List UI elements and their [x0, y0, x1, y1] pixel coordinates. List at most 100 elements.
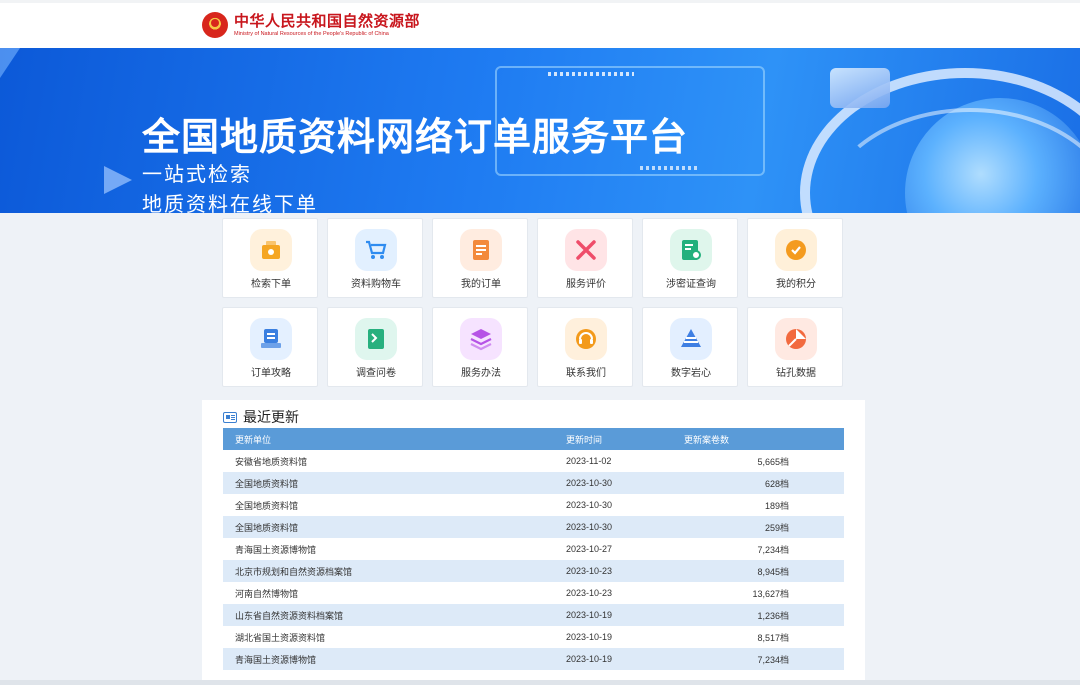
top-header: 中华人民共和国自然资源部 Ministry of Natural Resourc…	[0, 0, 1080, 48]
service-tile-label: 我的积分	[776, 279, 816, 290]
update-count-cell: 628档	[684, 472, 844, 494]
update-count-cell: 8,945档	[684, 560, 844, 582]
service-tile[interactable]: 订单攻略	[222, 307, 318, 387]
cart-icon	[355, 229, 397, 271]
update-count-cell: 7,234档	[684, 648, 844, 670]
service-tile-label: 服务评价	[566, 279, 606, 290]
update-unit-cell: 全国地质资料馆	[223, 472, 554, 494]
table-row[interactable]: 北京市规划和自然资源档案馆 2023-10-23 8,945档	[223, 560, 844, 582]
banner-stripe-decoration	[548, 72, 634, 76]
service-tile[interactable]: 我的积分	[747, 218, 843, 298]
update-unit-cell: 北京市规划和自然资源档案馆	[223, 560, 554, 582]
digital-core-icon	[670, 318, 712, 360]
service-tile-label: 我的订单	[461, 279, 501, 290]
update-unit-cell: 山东省自然资源资料档案馆	[223, 604, 554, 626]
banner-subtitle: 一站式检索	[142, 164, 252, 186]
drill-data-icon	[775, 318, 817, 360]
update-date-cell: 2023-10-19	[566, 632, 613, 642]
org-name-cn: 中华人民共和国自然资源部	[234, 12, 421, 30]
service-tile[interactable]: 资料购物车	[327, 218, 423, 298]
hero-banner: 全国地质资料网络订单服务平台 一站式检索 地质资料在线下单	[0, 48, 1080, 213]
service-tile-label: 联系我们	[566, 368, 606, 379]
service-tile[interactable]: 服务办法	[432, 307, 528, 387]
service-tile[interactable]: 我的订单	[432, 218, 528, 298]
update-unit-cell: 全国地质资料馆	[223, 516, 554, 538]
table-header-row: 更新单位 更新时间 更新案卷数	[223, 428, 844, 450]
update-unit-cell: 青海国土资源博物馆	[235, 544, 317, 555]
service-tile-label: 服务办法	[461, 368, 501, 379]
table-row[interactable]: 青海国土资源博物馆 2023-10-27 7,234档	[223, 538, 844, 560]
service-tile[interactable]: 调查问卷	[327, 307, 423, 387]
table-row[interactable]: 全国地质资料馆 2023-10-30 189档	[223, 494, 844, 516]
banner-title: 全国地质资料网络订单服务平台	[142, 117, 689, 159]
play-arrow-icon	[104, 166, 132, 194]
service-tile-label: 涉密证查询	[666, 279, 716, 290]
update-unit-cell: 青海国土资源博物馆	[223, 648, 554, 670]
update-date-cell: 2023-10-23	[554, 560, 684, 582]
update-count-cell: 1,236档	[684, 604, 844, 626]
service-tiles-grid: 检索下单 资料购物车 我的订单 服务评价 涉密证查询 我的积分订单攻略 调查问卷 服务办法 联系…	[222, 218, 846, 388]
questionnaire-icon	[355, 318, 397, 360]
update-count-cell: 13,627档	[752, 588, 789, 599]
points-icon	[775, 229, 817, 271]
column-header: 更新案卷数	[684, 428, 844, 450]
service-tile[interactable]: 联系我们	[537, 307, 633, 387]
table-row[interactable]: 安徽省地质资料馆 2023-11-02 5,665档	[223, 450, 844, 472]
table-row[interactable]: 全国地质资料馆 2023-10-30 259档	[223, 516, 844, 538]
national-emblem-icon	[202, 12, 228, 38]
banner-stripe-decoration	[640, 166, 700, 170]
service-tile[interactable]: 涉密证查询	[642, 218, 738, 298]
banner-corner-decoration	[0, 48, 20, 78]
service-tile-label: 订单攻略	[251, 368, 291, 379]
update-date-cell: 2023-10-23	[566, 588, 613, 598]
update-unit-cell: 安徽省地质资料馆	[235, 456, 308, 467]
evaluation-icon	[565, 229, 607, 271]
recent-updates-panel: 最近更新 更新单位 更新时间 更新案卷数 安徽省地质资料馆 2023-11-02 5…	[202, 400, 865, 680]
service-tile-label: 数字岩心	[671, 368, 711, 379]
ministry-logo[interactable]: 中华人民共和国自然资源部 Ministry of Natural Resourc…	[202, 12, 420, 38]
news-icon	[223, 411, 237, 423]
service-tile-label: 资料购物车	[351, 279, 401, 290]
screen-illustration	[830, 68, 890, 108]
service-tile-label: 调查问卷	[356, 368, 396, 379]
update-date-cell: 2023-11-02	[566, 456, 612, 466]
service-tile-label: 检索下单	[251, 279, 291, 290]
table-row[interactable]: 山东省自然资源资料档案馆 2023-10-19 1,236档	[223, 604, 844, 626]
service-tile[interactable]: 服务评价	[537, 218, 633, 298]
update-count-cell: 5,665档	[757, 456, 789, 467]
update-date-cell: 2023-10-30	[554, 516, 684, 538]
banner-subtitle: 地质资料在线下单	[142, 194, 318, 213]
update-count-cell: 8,517档	[757, 632, 789, 643]
table-row[interactable]: 河南自然博物馆 2023-10-23 13,627档	[223, 582, 844, 604]
order-list-icon	[460, 229, 502, 271]
update-date-cell: 2023-10-19	[554, 604, 684, 626]
update-date-cell: 2023-10-30	[566, 500, 613, 510]
column-header: 更新单位	[223, 428, 554, 450]
service-rules-icon	[460, 318, 502, 360]
update-count-cell: 189档	[764, 500, 789, 511]
service-tile[interactable]: 检索下单	[222, 218, 318, 298]
section-title: 最近更新	[243, 409, 299, 425]
org-name-en: Ministry of Natural Resources of the Peo…	[234, 30, 389, 37]
contact-icon	[565, 318, 607, 360]
table-row[interactable]: 全国地质资料馆 2023-10-30 628档	[223, 472, 844, 494]
update-unit-cell: 河南自然博物馆	[235, 588, 299, 599]
update-unit-cell: 全国地质资料馆	[235, 500, 299, 511]
search-order-icon	[250, 229, 292, 271]
update-count-cell: 259档	[684, 516, 844, 538]
footer-divider	[0, 680, 1080, 685]
table-row[interactable]: 青海国土资源博物馆 2023-10-19 7,234档	[223, 648, 844, 670]
column-header: 更新时间	[554, 428, 684, 450]
update-date-cell: 2023-10-30	[554, 472, 684, 494]
table-row[interactable]: 湖北省国土资源资料馆 2023-10-19 8,517档	[223, 626, 844, 648]
order-guide-icon	[250, 318, 292, 360]
update-count-cell: 7,234档	[757, 544, 789, 555]
service-tile-label: 钻孔数据	[776, 368, 816, 379]
service-tile[interactable]: 数字岩心	[642, 307, 738, 387]
update-date-cell: 2023-10-19	[554, 648, 684, 670]
service-tile[interactable]: 钻孔数据	[747, 307, 843, 387]
update-unit-cell: 湖北省国土资源资料馆	[235, 632, 326, 643]
updates-table: 更新单位 更新时间 更新案卷数 安徽省地质资料馆 2023-11-02 5,665档…	[223, 428, 844, 670]
update-date-cell: 2023-10-27	[566, 544, 613, 554]
certificate-query-icon	[670, 229, 712, 271]
